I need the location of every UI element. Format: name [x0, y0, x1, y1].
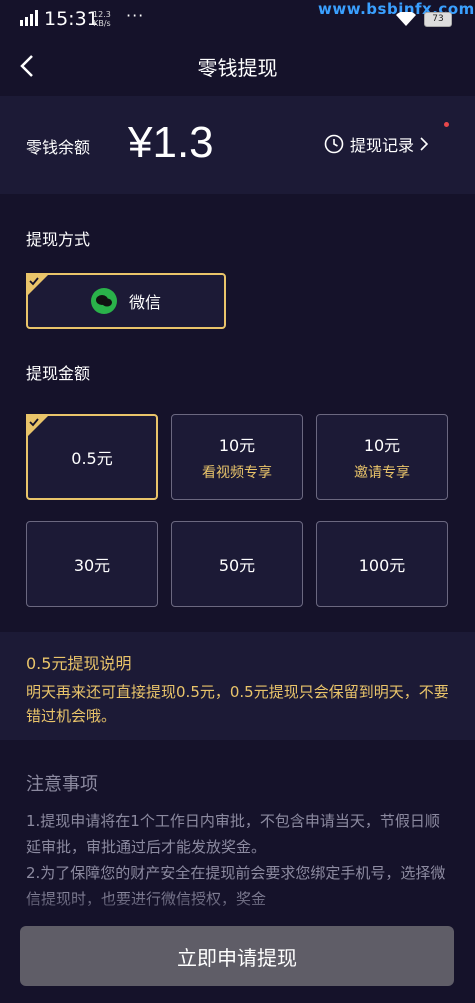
- selected-check-icon: [26, 273, 50, 297]
- apply-withdraw-button[interactable]: 立即申请提现: [20, 926, 454, 986]
- withdraw-history-link[interactable]: 提现记录: [324, 132, 429, 156]
- notice-title: 注意事项: [26, 774, 98, 795]
- amount-value: 0.5元: [71, 449, 113, 468]
- amount-subtitle: 看视频专享: [202, 465, 272, 481]
- note-title: 0.5元提现说明: [26, 654, 132, 673]
- scroll-fade: [0, 890, 475, 930]
- amount-value: 30元: [73, 556, 111, 575]
- wechat-option[interactable]: 微信: [26, 273, 226, 329]
- selected-check-icon: [26, 414, 50, 438]
- battery-icon: 73: [424, 12, 452, 27]
- chevron-right-icon: [420, 137, 429, 151]
- status-bar: 15:31 12.3 KB/s ··· www.bsbinfx.com 73: [0, 0, 475, 36]
- signal-icon: [20, 10, 38, 26]
- balance-label: 零钱余额: [26, 138, 91, 157]
- amount-option-50[interactable]: 50元: [171, 521, 303, 607]
- amount-value: 10元: [363, 436, 401, 455]
- status-time: 15:31: [44, 8, 99, 30]
- amount-option-30[interactable]: 30元: [26, 521, 158, 607]
- note-body: 明天再来还可直接提现0.5元，0.5元提现只会保留到明天，不要错过机会哦。: [26, 683, 449, 725]
- amount-value: 100元: [358, 556, 406, 575]
- wifi-icon: [396, 12, 416, 26]
- amount-value: 50元: [218, 556, 256, 575]
- amount-subtitle: 邀请专享: [354, 465, 410, 481]
- notice-line-1: 1.提现申请将在1个工作日内审批，不包含申请当天，节假日顺延审批，审批通过后才能…: [26, 812, 440, 856]
- balance-card: 零钱余额 ¥1.3 提现记录: [0, 96, 475, 194]
- header: 零钱提现: [0, 38, 475, 94]
- amount-option-0-5[interactable]: 0.5元: [26, 414, 158, 500]
- amount-label: 提现金额: [26, 364, 91, 383]
- amount-option-100[interactable]: 100元: [316, 521, 448, 607]
- page-title: 零钱提现: [197, 56, 278, 80]
- wechat-label: 微信: [128, 293, 161, 312]
- more-indicator: ···: [126, 6, 145, 25]
- balance-amount: ¥1.3: [128, 118, 214, 167]
- amount-value: 10元: [218, 436, 256, 455]
- wechat-icon: [90, 288, 117, 314]
- withdraw-note-card: 0.5元提现说明 明天再来还可直接提现0.5元，0.5元提现只会保留到明天，不要…: [0, 632, 475, 740]
- method-label: 提现方式: [26, 230, 91, 249]
- amount-option-10-invite[interactable]: 10元 邀请专享: [316, 414, 448, 500]
- network-speed: 12.3 KB/s: [93, 10, 111, 28]
- notification-dot: [444, 122, 449, 127]
- amount-option-10-video[interactable]: 10元 看视频专享: [171, 414, 303, 500]
- history-label: 提现记录: [350, 136, 415, 155]
- clock-icon: [324, 134, 344, 154]
